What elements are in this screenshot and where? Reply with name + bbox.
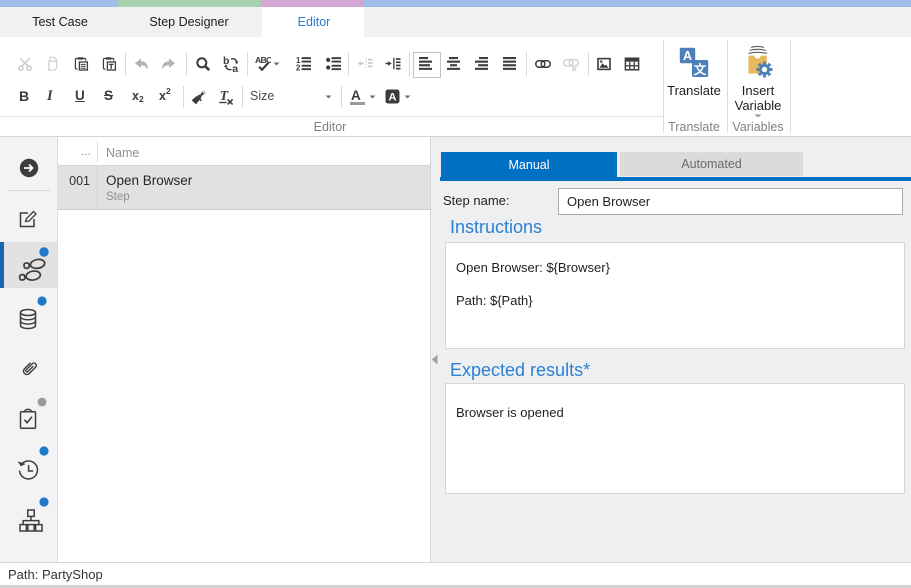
svg-text:A: A <box>683 49 692 63</box>
svg-text:2: 2 <box>296 63 301 72</box>
svg-text:A: A <box>389 92 397 104</box>
svg-text:文: 文 <box>694 62 707 77</box>
svg-text:a: a <box>232 63 238 72</box>
